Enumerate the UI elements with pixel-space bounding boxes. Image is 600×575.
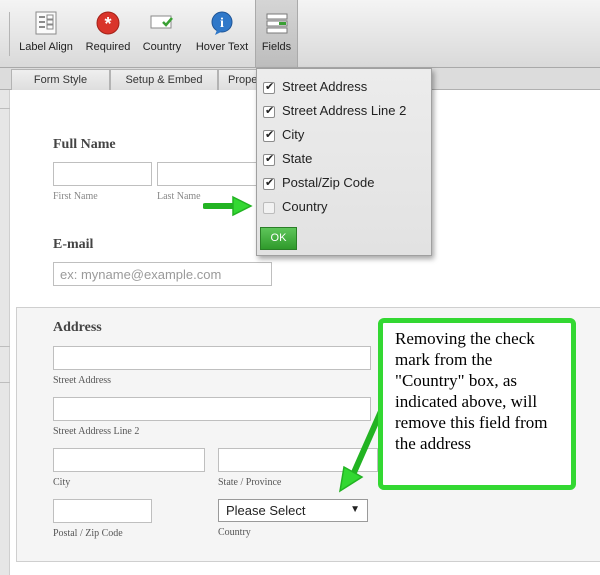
country-select[interactable]: Please Select ▼ bbox=[218, 499, 368, 522]
toolbar: Label Align * Required Country i Hover T… bbox=[0, 0, 600, 68]
pointer-arrow-icon bbox=[203, 195, 253, 217]
callout-text: Removing the check mark from the "Countr… bbox=[395, 329, 548, 453]
country-icon bbox=[150, 15, 173, 29]
fields-button[interactable]: Fields bbox=[255, 0, 298, 67]
hover-text-label: Hover Text bbox=[195, 41, 249, 53]
gutter-divider bbox=[0, 346, 10, 347]
checkbox-checked-icon[interactable] bbox=[263, 176, 275, 190]
address-label: Address bbox=[53, 320, 102, 335]
fields-icon bbox=[266, 13, 287, 34]
street-address-input[interactable] bbox=[53, 346, 371, 370]
option-street-address-line2[interactable]: Street Address Line 2 bbox=[263, 102, 427, 122]
zip-input[interactable] bbox=[53, 499, 152, 523]
left-gutter bbox=[0, 90, 10, 575]
option-label: State bbox=[282, 151, 313, 166]
chevron-down-icon: ▼ bbox=[350, 504, 360, 515]
zip-sublabel: Postal / Zip Code bbox=[53, 528, 123, 539]
option-label: Street Address bbox=[282, 79, 368, 94]
street-address-sublabel: Street Address bbox=[53, 375, 112, 386]
state-sublabel: State / Province bbox=[218, 477, 282, 488]
label-align-button[interactable]: Label Align bbox=[14, 0, 78, 67]
street-address-line2-input[interactable] bbox=[53, 397, 371, 421]
option-country[interactable]: Country bbox=[263, 198, 427, 218]
first-name-sublabel: First Name bbox=[53, 191, 98, 202]
svg-text:i: i bbox=[220, 16, 224, 31]
country-select-value: Please Select bbox=[226, 503, 306, 518]
tab-label: Prope bbox=[228, 74, 258, 86]
option-state[interactable]: State bbox=[263, 150, 427, 170]
option-label: Street Address Line 2 bbox=[282, 103, 407, 118]
street-address-line2-sublabel: Street Address Line 2 bbox=[53, 426, 140, 437]
last-name-input[interactable] bbox=[157, 162, 267, 186]
tab-label: Form Style bbox=[33, 74, 88, 86]
fields-popup: Street Address Street Address Line 2 Cit… bbox=[256, 68, 432, 256]
gutter-divider bbox=[0, 382, 10, 383]
option-postal-zip[interactable]: Postal/Zip Code bbox=[263, 174, 427, 194]
option-label: Country bbox=[282, 199, 328, 214]
checkbox-checked-icon[interactable] bbox=[263, 152, 275, 166]
hover-text-button[interactable]: i Hover Text bbox=[192, 0, 252, 67]
tab-properties[interactable]: Prope bbox=[218, 69, 260, 90]
option-label: Postal/Zip Code bbox=[282, 175, 375, 190]
option-city[interactable]: City bbox=[263, 126, 427, 146]
info-icon: i bbox=[211, 11, 233, 35]
last-name-sublabel: Last Name bbox=[157, 191, 201, 202]
tab-label: Setup & Embed bbox=[125, 74, 203, 86]
checkbox-checked-icon[interactable] bbox=[263, 80, 275, 94]
checkbox-checked-icon[interactable] bbox=[263, 104, 275, 118]
required-icon: * bbox=[96, 11, 120, 35]
full-name-label: Full Name bbox=[53, 137, 116, 152]
email-input[interactable]: ex: myname@example.com bbox=[53, 262, 272, 286]
annotation-callout: Removing the check mark from the "Countr… bbox=[378, 318, 576, 490]
tab-form-style[interactable]: Form Style bbox=[11, 69, 110, 90]
required-button[interactable]: * Required bbox=[82, 0, 134, 67]
ok-button[interactable]: OK bbox=[260, 227, 297, 250]
required-label: Required bbox=[85, 41, 131, 53]
checkbox-unchecked-icon[interactable] bbox=[263, 202, 275, 214]
tab-setup-embed[interactable]: Setup & Embed bbox=[110, 69, 218, 90]
email-placeholder: ex: myname@example.com bbox=[60, 267, 222, 282]
gutter-divider bbox=[0, 108, 10, 109]
city-input[interactable] bbox=[53, 448, 205, 472]
option-street-address[interactable]: Street Address bbox=[263, 78, 427, 98]
label-align-icon bbox=[35, 11, 57, 35]
email-label: E-mail bbox=[53, 237, 94, 252]
first-name-input[interactable] bbox=[53, 162, 152, 186]
city-sublabel: City bbox=[53, 477, 71, 488]
country-sublabel: Country bbox=[218, 527, 251, 538]
fields-label: Fields bbox=[261, 41, 292, 53]
svg-text:*: * bbox=[104, 14, 111, 34]
label-align-label: Label Align bbox=[19, 41, 73, 53]
country-label: Country bbox=[142, 41, 182, 53]
option-label: City bbox=[282, 127, 305, 142]
toolbar-separator bbox=[9, 12, 10, 56]
country-button[interactable]: Country bbox=[138, 0, 186, 67]
checkbox-checked-icon[interactable] bbox=[263, 128, 275, 142]
